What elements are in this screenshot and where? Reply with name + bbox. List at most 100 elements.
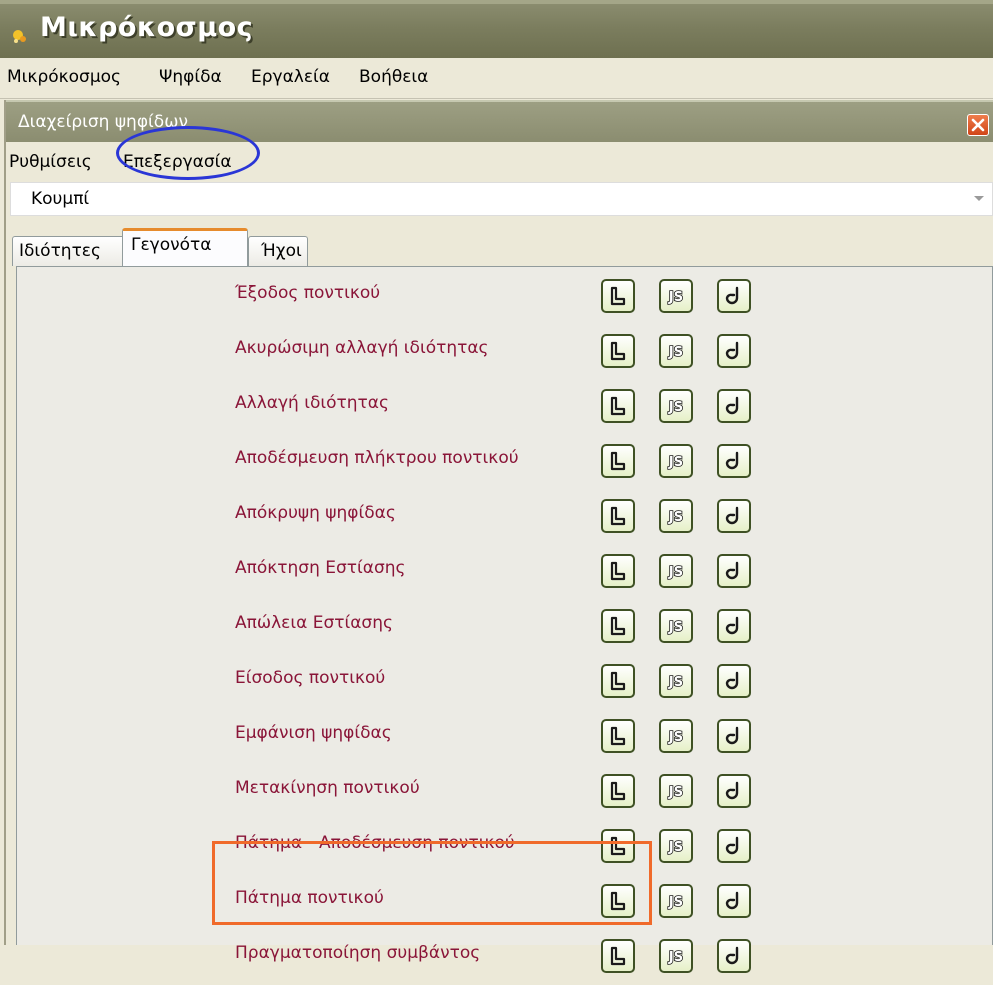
logo-script-button[interactable]: [601, 334, 635, 368]
java-script-button[interactable]: [717, 664, 751, 698]
javascript-script-button[interactable]: JS: [659, 334, 693, 368]
logo-script-button[interactable]: [601, 719, 635, 753]
logo-script-button[interactable]: [601, 829, 635, 863]
javascript-editor-icon: JS: [664, 561, 688, 581]
svg-text:JS: JS: [668, 510, 683, 525]
java-script-button[interactable]: [717, 334, 751, 368]
close-icon: [971, 118, 985, 132]
java-editor-icon: [724, 396, 744, 416]
chevron-down-icon[interactable]: [966, 183, 992, 215]
svg-text:JS: JS: [668, 455, 683, 470]
javascript-script-button[interactable]: JS: [659, 664, 693, 698]
widget-select[interactable]: Κουμπί: [10, 182, 993, 216]
event-row: Αποδέσμευση πλήκτρου ποντικού JS: [17, 434, 992, 490]
javascript-editor-icon: JS: [664, 341, 688, 361]
event-label: Μετακίνηση ποντικού: [235, 778, 420, 798]
event-row: Ακυρώσιμη αλλαγή ιδιότητας JS: [17, 324, 992, 380]
java-script-button[interactable]: [717, 499, 751, 533]
tab-events-label: Γεγονότα: [131, 235, 212, 255]
java-script-button[interactable]: [717, 829, 751, 863]
javascript-editor-icon: JS: [664, 616, 688, 636]
java-script-button[interactable]: [717, 554, 751, 588]
javascript-script-button[interactable]: JS: [659, 884, 693, 918]
event-label: Εμφάνιση ψηφίδας: [235, 723, 392, 743]
tab-events[interactable]: Γεγονότα: [122, 228, 248, 266]
event-label: Πραγματοποίηση συμβάντος: [235, 943, 481, 963]
javascript-script-button[interactable]: JS: [659, 554, 693, 588]
javascript-script-button[interactable]: JS: [659, 389, 693, 423]
app-title: Μικρόκοσμος: [40, 12, 254, 43]
logo-editor-icon: [608, 616, 628, 636]
event-row: Πάτημα ποντικού JS: [17, 874, 992, 930]
javascript-script-button[interactable]: JS: [659, 939, 693, 973]
menu-voitheia[interactable]: Βοήθεια: [359, 67, 428, 87]
javascript-editor-icon: JS: [664, 836, 688, 856]
event-label: Ακυρώσιμη αλλαγή ιδιότητας: [235, 338, 489, 358]
java-script-button[interactable]: [717, 279, 751, 313]
tab-properties[interactable]: Ιδιότητες: [12, 236, 132, 266]
java-editor-icon: [724, 726, 744, 746]
java-editor-icon: [724, 506, 744, 526]
menu-mikrokosmos[interactable]: Μικρόκοσμος: [7, 67, 121, 87]
javascript-script-button[interactable]: JS: [659, 829, 693, 863]
widget-manager-title: Διαχείριση ψηφίδων: [18, 112, 188, 132]
widget-manager-window: Διαχείριση ψηφίδων Ρυθμίσεις Επεξεργασία…: [4, 100, 993, 973]
logo-editor-icon: [608, 726, 628, 746]
event-row: Εμφάνιση ψηφίδας JS: [17, 709, 992, 765]
logo-script-button[interactable]: [601, 884, 635, 918]
tab-sounds[interactable]: Ήχοι: [248, 236, 308, 266]
close-button[interactable]: [967, 114, 989, 136]
java-script-button[interactable]: [717, 444, 751, 478]
java-script-button[interactable]: [717, 389, 751, 423]
event-row: Πραγματοποίηση συμβάντος JS: [17, 929, 992, 985]
logo-script-button[interactable]: [601, 279, 635, 313]
event-label: Πάτημα ποντικού: [235, 888, 384, 908]
java-editor-icon: [724, 946, 744, 966]
svg-text:JS: JS: [668, 950, 683, 965]
svg-text:JS: JS: [668, 400, 683, 415]
javascript-script-button[interactable]: JS: [659, 444, 693, 478]
logo-editor-icon: [608, 396, 628, 416]
java-editor-icon: [724, 836, 744, 856]
javascript-editor-icon: JS: [664, 726, 688, 746]
java-editor-icon: [724, 451, 744, 471]
menu-psifida[interactable]: Ψηφίδα: [159, 67, 222, 87]
menu-rythmiseis[interactable]: Ρυθμίσεις: [9, 152, 92, 172]
logo-editor-icon: [608, 946, 628, 966]
logo-editor-icon: [608, 561, 628, 581]
javascript-script-button[interactable]: JS: [659, 774, 693, 808]
svg-text:JS: JS: [668, 895, 683, 910]
menu-epexergasia[interactable]: Επεξεργασία: [123, 152, 232, 172]
logo-script-button[interactable]: [601, 774, 635, 808]
javascript-script-button[interactable]: JS: [659, 609, 693, 643]
menu-ergaleia[interactable]: Εργαλεία: [251, 67, 330, 87]
logo-script-button[interactable]: [601, 609, 635, 643]
logo-script-button[interactable]: [601, 444, 635, 478]
javascript-editor-icon: JS: [664, 946, 688, 966]
java-script-button[interactable]: [717, 609, 751, 643]
logo-editor-icon: [608, 836, 628, 856]
logo-script-button[interactable]: [601, 939, 635, 973]
widget-manager-menu-bar: Ρυθμίσεις Επεξεργασία: [6, 142, 993, 182]
logo-script-button[interactable]: [601, 664, 635, 698]
java-editor-icon: [724, 341, 744, 361]
javascript-script-button[interactable]: JS: [659, 719, 693, 753]
javascript-editor-icon: JS: [664, 781, 688, 801]
javascript-script-button[interactable]: JS: [659, 499, 693, 533]
logo-script-button[interactable]: [601, 499, 635, 533]
java-script-button[interactable]: [717, 939, 751, 973]
event-label: Πάτημα - Αποδέσμευση ποντικού: [235, 833, 515, 853]
java-script-button[interactable]: [717, 884, 751, 918]
javascript-script-button[interactable]: JS: [659, 279, 693, 313]
logo-script-button[interactable]: [601, 389, 635, 423]
app-title-bar: Μικρόκοσμος: [0, 0, 993, 58]
logo-editor-icon: [608, 451, 628, 471]
java-script-button[interactable]: [717, 719, 751, 753]
logo-script-button[interactable]: [601, 554, 635, 588]
javascript-editor-icon: JS: [664, 396, 688, 416]
javascript-editor-icon: JS: [664, 286, 688, 306]
svg-text:JS: JS: [668, 675, 683, 690]
event-label: Απόκρυψη ψηφίδας: [235, 503, 396, 523]
java-script-button[interactable]: [717, 774, 751, 808]
java-editor-icon: [724, 286, 744, 306]
